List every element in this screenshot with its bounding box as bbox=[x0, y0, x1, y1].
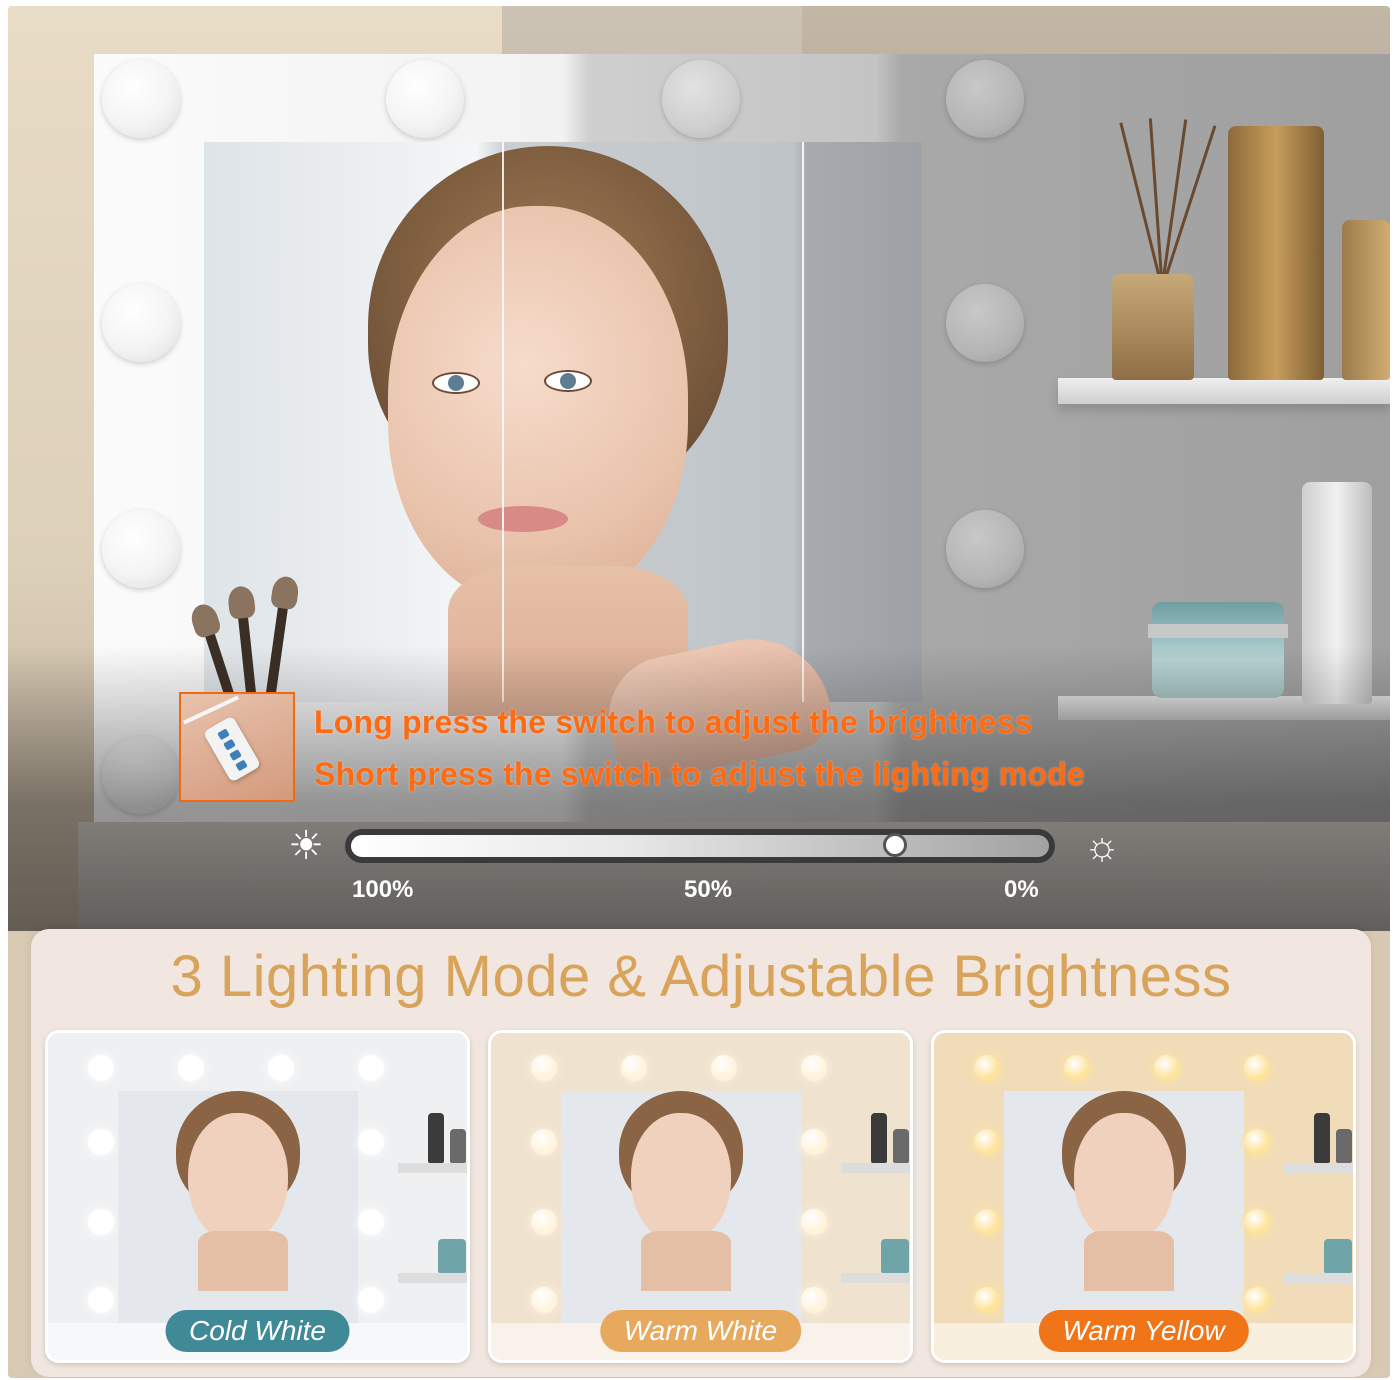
model-portrait bbox=[1054, 1091, 1194, 1291]
bulb-icon bbox=[178, 1055, 204, 1081]
model-portrait bbox=[348, 146, 839, 788]
mode-card-warm-yellow: Warm Yellow bbox=[931, 1030, 1356, 1363]
mode-badge-cold-white: Cold White bbox=[165, 1310, 350, 1352]
bulb-icon bbox=[801, 1055, 827, 1081]
instruction-long-press: Long press the switch to adjust the brig… bbox=[314, 704, 1033, 740]
bulb-icon bbox=[1244, 1129, 1270, 1155]
brightness-label-0: 0% bbox=[1004, 876, 1039, 903]
model-portrait bbox=[611, 1091, 751, 1291]
switch-thumbnail bbox=[179, 692, 295, 802]
bulb-icon bbox=[358, 1055, 384, 1081]
sun-bright-icon: ☀ bbox=[288, 824, 324, 868]
bulb-icon bbox=[1064, 1055, 1090, 1081]
shelf bbox=[1058, 378, 1390, 404]
sun-dim-icon: ☼ bbox=[1083, 824, 1121, 868]
bulb-icon bbox=[358, 1129, 384, 1155]
bulb-icon bbox=[946, 510, 1024, 588]
bulb-icon bbox=[268, 1055, 294, 1081]
model-portrait bbox=[168, 1091, 308, 1291]
bulb-icon bbox=[358, 1209, 384, 1235]
zone-divider bbox=[802, 142, 804, 702]
bulb-icon bbox=[1244, 1055, 1270, 1081]
bulb-icon bbox=[1244, 1209, 1270, 1235]
remote-switch-icon bbox=[202, 715, 262, 783]
mode-card-cold-white: Cold White bbox=[45, 1030, 470, 1363]
mode-card-warm-white: Warm White bbox=[488, 1030, 913, 1363]
bulb-icon bbox=[711, 1055, 737, 1081]
bulb-icon bbox=[102, 284, 180, 362]
brightness-label-100: 100% bbox=[352, 876, 414, 903]
mode-badge-warm-yellow: Warm Yellow bbox=[1038, 1310, 1249, 1352]
brightness-slider-fill bbox=[351, 835, 1049, 857]
zone-divider bbox=[502, 142, 504, 702]
bulb-icon bbox=[102, 60, 180, 138]
bulb-icon bbox=[358, 1287, 384, 1313]
perfume-bottle-icon bbox=[1228, 126, 1324, 380]
bulb-icon bbox=[88, 1129, 114, 1155]
bulb-icon bbox=[974, 1055, 1000, 1081]
bulb-icon bbox=[1154, 1055, 1180, 1081]
bulb-icon bbox=[531, 1287, 557, 1313]
brightness-label-50: 50% bbox=[684, 876, 733, 903]
bulb-icon bbox=[102, 510, 180, 588]
bulb-icon bbox=[662, 60, 740, 138]
bulb-icon bbox=[1244, 1287, 1270, 1313]
bulb-icon bbox=[801, 1129, 827, 1155]
bulb-icon bbox=[974, 1209, 1000, 1235]
bulb-icon bbox=[974, 1287, 1000, 1313]
bulb-icon bbox=[946, 284, 1024, 362]
headline: 3 Lighting Mode & Adjustable Brightness bbox=[170, 944, 1232, 1009]
product-image: Long press the switch to adjust the brig… bbox=[8, 6, 1390, 1378]
bulb-icon bbox=[88, 1209, 114, 1235]
bulb-icon bbox=[946, 60, 1024, 138]
bottle-icon bbox=[1342, 220, 1390, 380]
brightness-slider[interactable] bbox=[345, 829, 1055, 863]
bulb-icon bbox=[88, 1287, 114, 1313]
bulb-icon bbox=[531, 1209, 557, 1235]
bulb-icon bbox=[531, 1129, 557, 1155]
bulb-icon bbox=[386, 60, 464, 138]
bulb-icon bbox=[801, 1209, 827, 1235]
modes-panel: 3 Lighting Mode & Adjustable Brightness … bbox=[31, 929, 1371, 1377]
bulb-icon bbox=[531, 1055, 557, 1081]
hero-scene: Long press the switch to adjust the brig… bbox=[8, 6, 1390, 931]
bulb-icon bbox=[974, 1129, 1000, 1155]
bulb-icon bbox=[801, 1287, 827, 1313]
instruction-short-press: Short press the switch to adjust the lig… bbox=[314, 756, 1085, 792]
bulb-icon bbox=[88, 1055, 114, 1081]
mode-badge-warm-white: Warm White bbox=[599, 1310, 802, 1352]
diffuser-bottle-icon bbox=[1112, 274, 1194, 380]
bulb-icon bbox=[621, 1055, 647, 1081]
